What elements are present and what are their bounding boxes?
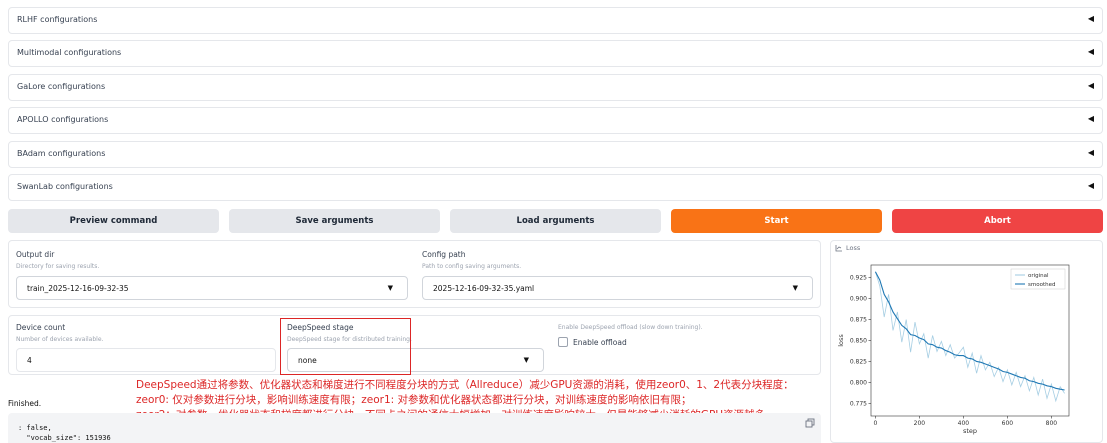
- device-count-input[interactable]: 4: [16, 348, 276, 372]
- accordion-swanlab[interactable]: SwanLab configurations ◀: [8, 174, 1103, 201]
- collapse-arrow-icon: ◀: [1087, 81, 1094, 90]
- y-tick-label: 0.875: [850, 317, 867, 324]
- accordion-label: SwanLab configurations: [17, 182, 113, 191]
- accordion-label: APOLLO configurations: [17, 115, 109, 124]
- legend-label: original: [1028, 273, 1049, 279]
- config-path-value: 2025-12-16-09-32-35.yaml: [433, 284, 535, 293]
- loss-plot-panel: Loss 0 200 400 600 800 0.775 0.800 0.825 0.850 0.…: [830, 240, 1103, 443]
- device-count-label: Device count: [16, 323, 66, 332]
- accordion-label: Multimodal configurations: [17, 48, 122, 57]
- device-count-value: 4: [27, 356, 32, 365]
- legend-label: smoothed: [1028, 282, 1055, 288]
- annotation-line-1: DeepSpeed通过将参数、优化器状态和梯度进行不同程度分块的方式（Allre…: [136, 379, 794, 391]
- y-tick-label: 0.825: [850, 358, 867, 365]
- collapse-arrow-icon: ◀: [1087, 148, 1094, 157]
- offload-info: Enable DeepSpeed offload (slow down trai…: [558, 324, 703, 331]
- config-path-dropdown[interactable]: 2025-12-16-09-32-35.yaml ▼: [422, 276, 813, 300]
- x-tick-label: 800: [1046, 420, 1058, 427]
- status-text: Finished.: [8, 399, 42, 408]
- collapse-arrow-icon: ◀: [1087, 181, 1094, 190]
- x-axis-label: step: [963, 427, 977, 435]
- output-line: : false,: [18, 424, 52, 432]
- collapse-arrow-icon: ◀: [1087, 47, 1094, 56]
- x-tick-label: 0: [873, 420, 877, 427]
- preview-command-button[interactable]: Preview command: [8, 209, 219, 233]
- output-line: "vocab_size": 151936: [18, 434, 111, 442]
- accordion-label: RLHF configurations: [17, 15, 98, 24]
- deepspeed-highlight-box: [280, 318, 411, 375]
- copy-icon[interactable]: [805, 418, 815, 428]
- output-dir-label: Output dir: [16, 250, 55, 259]
- y-tick-label: 0.850: [850, 338, 867, 345]
- device-count-info: Number of devices available.: [16, 336, 104, 343]
- accordion-galore[interactable]: GaLore configurations ◀: [8, 74, 1103, 101]
- annotation-line-2: zeor0: 仅对参数进行分块，影响训练速度有限；zeor1: 对参数和优化器状…: [136, 394, 692, 406]
- y-tick-label: 0.900: [850, 296, 867, 303]
- y-tick-label: 0.800: [850, 379, 867, 386]
- output-dir-info: Directory for saving results.: [16, 263, 100, 270]
- config-path-info: Path to config saving arguments.: [422, 263, 522, 270]
- accordion-rlhf[interactable]: RLHF configurations ◀: [8, 7, 1103, 34]
- output-dir-dropdown[interactable]: train_2025-12-16-09-32-35 ▼: [16, 276, 408, 300]
- save-arguments-button[interactable]: Save arguments: [229, 209, 440, 233]
- y-axis-label: loss: [837, 334, 845, 347]
- x-tick-label: 200: [914, 420, 926, 427]
- accordion-apollo[interactable]: APOLLO configurations ◀: [8, 107, 1103, 134]
- config-path-label: Config path: [422, 250, 466, 259]
- dropdown-caret-icon: ▼: [387, 284, 393, 292]
- dropdown-caret-icon: ▼: [523, 356, 529, 364]
- y-tick-label: 0.925: [850, 275, 867, 282]
- output-dir-value: train_2025-12-16-09-32-35: [27, 284, 129, 293]
- abort-button[interactable]: Abort: [892, 209, 1103, 233]
- accordion-multimodal[interactable]: Multimodal configurations ◀: [8, 40, 1103, 67]
- load-arguments-button[interactable]: Load arguments: [450, 209, 661, 233]
- accordion-label: GaLore configurations: [17, 82, 106, 91]
- collapse-arrow-icon: ◀: [1087, 114, 1094, 123]
- collapse-arrow-icon: ◀: [1087, 14, 1094, 23]
- accordion-label: BAdam configurations: [17, 149, 106, 158]
- dropdown-caret-icon: ▼: [792, 284, 798, 292]
- y-tick-label: 0.775: [850, 400, 867, 407]
- loss-chart: 0 200 400 600 800 0.775 0.800 0.825 0.850 0.875 0.…: [837, 264, 1070, 435]
- offload-checkbox[interactable]: [558, 337, 568, 347]
- start-button[interactable]: Start: [671, 209, 882, 233]
- offload-label: Enable offload: [573, 338, 627, 347]
- accordion-badam[interactable]: BAdam configurations ◀: [8, 141, 1103, 168]
- x-tick-label: 600: [1002, 420, 1014, 427]
- output-box: : false, "vocab_size": 151936: [8, 413, 821, 443]
- x-tick-label: 400: [958, 420, 970, 427]
